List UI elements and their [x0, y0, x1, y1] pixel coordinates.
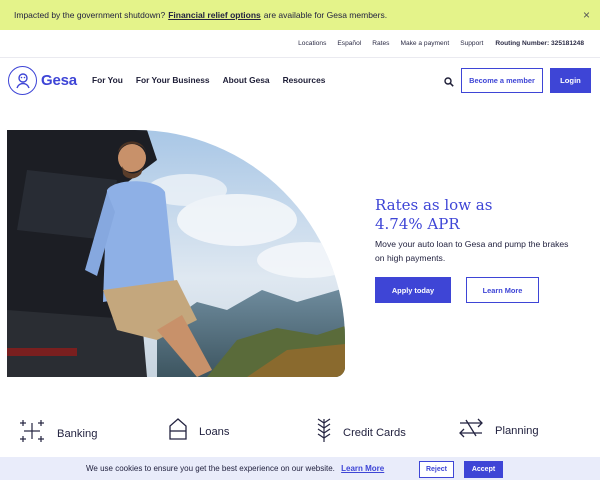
hero-copy: Rates as low as 4.74% APR Move your auto… [375, 196, 575, 265]
category-planning[interactable]: Planning [458, 417, 539, 444]
hero-image [7, 130, 345, 377]
cookie-text-wrap: We use cookies to ensure you get the bes… [86, 464, 384, 473]
category-label: Credit Cards [343, 426, 406, 439]
menu-item-for-business[interactable]: For Your Business [136, 75, 210, 85]
routing-number: Routing Number: 325181248 [495, 40, 584, 47]
category-credit-cards[interactable]: Credit Cards [316, 417, 406, 448]
cookie-learn-more-link[interactable]: Learn More [341, 464, 384, 473]
become-member-button[interactable]: Become a member [461, 68, 543, 93]
menu-item-resources[interactable]: Resources [283, 75, 326, 85]
category-loans[interactable]: Loans [168, 417, 229, 446]
primary-menu: For You For Your Business About Gesa Res… [92, 75, 338, 85]
category-label: Banking [57, 427, 98, 440]
house-icon [168, 417, 188, 446]
hero-subtitle: Move your auto loan to Gesa and pump the… [375, 239, 569, 263]
util-link-locations[interactable]: Locations [298, 40, 326, 47]
hero-title-line2: 4.74% APR [375, 215, 460, 233]
util-link-espanol[interactable]: Español [337, 40, 361, 47]
search-icon[interactable] [444, 74, 454, 92]
accept-cookies-button[interactable]: Accept [464, 461, 503, 478]
sparkle-icon [18, 417, 46, 450]
learn-more-button[interactable]: Learn More [466, 277, 539, 303]
financial-relief-link[interactable]: Financial relief options [168, 10, 261, 20]
category-banking[interactable]: Banking [18, 417, 97, 450]
category-label: Planning [495, 424, 539, 437]
util-link-rates[interactable]: Rates [372, 40, 389, 47]
login-button[interactable]: Login [550, 68, 591, 93]
reject-cookies-button[interactable]: Reject [419, 461, 454, 478]
cookie-banner: We use cookies to ensure you get the bes… [0, 457, 600, 480]
apply-today-button[interactable]: Apply today [375, 277, 451, 303]
category-label: Loans [199, 425, 230, 438]
hero-title: Rates as low as 4.74% APR [375, 196, 575, 234]
gesa-logo-icon [8, 66, 37, 95]
main-nav: Gesa For You For Your Business About Ges… [0, 58, 600, 104]
arrows-icon [458, 417, 484, 444]
utility-bar: Locations Español Rates Make a payment S… [0, 30, 600, 58]
wheat-icon [316, 417, 332, 448]
alert-text: Impacted by the government shutdown? [14, 10, 166, 20]
util-link-support[interactable]: Support [460, 40, 483, 47]
logo-text: Gesa [41, 72, 77, 89]
close-icon[interactable]: × [583, 8, 590, 22]
gesa-logo[interactable]: Gesa [8, 66, 77, 95]
menu-item-for-you[interactable]: For You [92, 75, 123, 85]
menu-item-about[interactable]: About Gesa [223, 75, 270, 85]
util-link-payment[interactable]: Make a payment [400, 40, 449, 47]
alert-text-suffix: are available for Gesa members. [263, 10, 388, 20]
hero-title-line1: Rates as low as [375, 196, 493, 214]
alert-banner: Impacted by the government shutdown? Fin… [0, 0, 600, 30]
cookie-text: We use cookies to ensure you get the bes… [86, 464, 335, 473]
